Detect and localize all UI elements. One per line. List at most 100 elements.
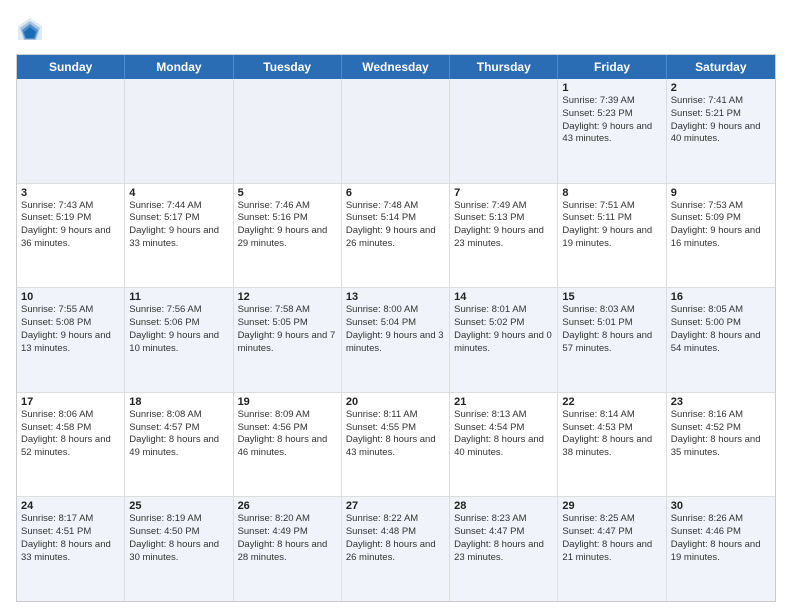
day-cell-24: 24Sunrise: 8:17 AM Sunset: 4:51 PM Dayli… <box>17 497 125 601</box>
day-cell-28: 28Sunrise: 8:23 AM Sunset: 4:47 PM Dayli… <box>450 497 558 601</box>
weekday-header-tuesday: Tuesday <box>234 55 342 79</box>
calendar-row: 1Sunrise: 7:39 AM Sunset: 5:23 PM Daylig… <box>17 79 775 183</box>
day-info: Sunrise: 8:20 AM Sunset: 4:49 PM Dayligh… <box>238 513 337 564</box>
page: SundayMondayTuesdayWednesdayThursdayFrid… <box>0 0 792 612</box>
calendar: SundayMondayTuesdayWednesdayThursdayFrid… <box>16 54 776 602</box>
day-info: Sunrise: 8:14 AM Sunset: 4:53 PM Dayligh… <box>562 409 661 460</box>
day-info: Sunrise: 8:05 AM Sunset: 5:00 PM Dayligh… <box>671 304 771 355</box>
day-info: Sunrise: 8:25 AM Sunset: 4:47 PM Dayligh… <box>562 513 661 564</box>
day-info: Sunrise: 8:03 AM Sunset: 5:01 PM Dayligh… <box>562 304 661 355</box>
day-number: 7 <box>454 187 553 199</box>
day-number: 18 <box>129 396 228 408</box>
day-cell-2: 2Sunrise: 7:41 AM Sunset: 5:21 PM Daylig… <box>667 79 775 183</box>
day-number: 16 <box>671 291 771 303</box>
day-cell-26: 26Sunrise: 8:20 AM Sunset: 4:49 PM Dayli… <box>234 497 342 601</box>
day-number: 12 <box>238 291 337 303</box>
day-cell-12: 12Sunrise: 7:58 AM Sunset: 5:05 PM Dayli… <box>234 288 342 392</box>
weekday-header-sunday: Sunday <box>17 55 125 79</box>
day-info: Sunrise: 8:11 AM Sunset: 4:55 PM Dayligh… <box>346 409 445 460</box>
day-info: Sunrise: 8:13 AM Sunset: 4:54 PM Dayligh… <box>454 409 553 460</box>
day-number: 8 <box>562 187 661 199</box>
logo <box>16 16 48 44</box>
day-number: 23 <box>671 396 771 408</box>
day-number: 15 <box>562 291 661 303</box>
day-number: 4 <box>129 187 228 199</box>
day-cell-13: 13Sunrise: 8:00 AM Sunset: 5:04 PM Dayli… <box>342 288 450 392</box>
weekday-header-saturday: Saturday <box>667 55 775 79</box>
day-number: 17 <box>21 396 120 408</box>
day-cell-15: 15Sunrise: 8:03 AM Sunset: 5:01 PM Dayli… <box>558 288 666 392</box>
day-number: 21 <box>454 396 553 408</box>
day-number: 14 <box>454 291 553 303</box>
day-number: 6 <box>346 187 445 199</box>
day-info: Sunrise: 7:56 AM Sunset: 5:06 PM Dayligh… <box>129 304 228 355</box>
calendar-row: 17Sunrise: 8:06 AM Sunset: 4:58 PM Dayli… <box>17 392 775 497</box>
day-cell-18: 18Sunrise: 8:08 AM Sunset: 4:57 PM Dayli… <box>125 393 233 497</box>
day-cell-14: 14Sunrise: 8:01 AM Sunset: 5:02 PM Dayli… <box>450 288 558 392</box>
weekday-header-monday: Monday <box>125 55 233 79</box>
day-info: Sunrise: 8:08 AM Sunset: 4:57 PM Dayligh… <box>129 409 228 460</box>
day-number: 27 <box>346 500 445 512</box>
day-info: Sunrise: 8:00 AM Sunset: 5:04 PM Dayligh… <box>346 304 445 355</box>
day-info: Sunrise: 8:17 AM Sunset: 4:51 PM Dayligh… <box>21 513 120 564</box>
day-number: 10 <box>21 291 120 303</box>
empty-cell <box>450 79 558 183</box>
day-info: Sunrise: 7:49 AM Sunset: 5:13 PM Dayligh… <box>454 200 553 251</box>
calendar-body: 1Sunrise: 7:39 AM Sunset: 5:23 PM Daylig… <box>17 79 775 601</box>
weekday-header-friday: Friday <box>558 55 666 79</box>
day-number: 28 <box>454 500 553 512</box>
calendar-row: 10Sunrise: 7:55 AM Sunset: 5:08 PM Dayli… <box>17 287 775 392</box>
day-number: 5 <box>238 187 337 199</box>
day-info: Sunrise: 7:55 AM Sunset: 5:08 PM Dayligh… <box>21 304 120 355</box>
calendar-row: 24Sunrise: 8:17 AM Sunset: 4:51 PM Dayli… <box>17 496 775 601</box>
day-cell-5: 5Sunrise: 7:46 AM Sunset: 5:16 PM Daylig… <box>234 184 342 288</box>
day-number: 22 <box>562 396 661 408</box>
day-cell-4: 4Sunrise: 7:44 AM Sunset: 5:17 PM Daylig… <box>125 184 233 288</box>
day-info: Sunrise: 8:01 AM Sunset: 5:02 PM Dayligh… <box>454 304 553 355</box>
day-cell-27: 27Sunrise: 8:22 AM Sunset: 4:48 PM Dayli… <box>342 497 450 601</box>
day-number: 30 <box>671 500 771 512</box>
day-number: 19 <box>238 396 337 408</box>
day-info: Sunrise: 7:53 AM Sunset: 5:09 PM Dayligh… <box>671 200 771 251</box>
day-number: 26 <box>238 500 337 512</box>
empty-cell <box>234 79 342 183</box>
day-info: Sunrise: 8:16 AM Sunset: 4:52 PM Dayligh… <box>671 409 771 460</box>
day-cell-30: 30Sunrise: 8:26 AM Sunset: 4:46 PM Dayli… <box>667 497 775 601</box>
day-cell-23: 23Sunrise: 8:16 AM Sunset: 4:52 PM Dayli… <box>667 393 775 497</box>
day-info: Sunrise: 7:43 AM Sunset: 5:19 PM Dayligh… <box>21 200 120 251</box>
day-info: Sunrise: 7:51 AM Sunset: 5:11 PM Dayligh… <box>562 200 661 251</box>
day-cell-20: 20Sunrise: 8:11 AM Sunset: 4:55 PM Dayli… <box>342 393 450 497</box>
day-info: Sunrise: 8:26 AM Sunset: 4:46 PM Dayligh… <box>671 513 771 564</box>
weekday-header-thursday: Thursday <box>450 55 558 79</box>
day-info: Sunrise: 7:39 AM Sunset: 5:23 PM Dayligh… <box>562 95 661 146</box>
day-number: 1 <box>562 82 661 94</box>
day-info: Sunrise: 8:22 AM Sunset: 4:48 PM Dayligh… <box>346 513 445 564</box>
day-cell-6: 6Sunrise: 7:48 AM Sunset: 5:14 PM Daylig… <box>342 184 450 288</box>
day-cell-19: 19Sunrise: 8:09 AM Sunset: 4:56 PM Dayli… <box>234 393 342 497</box>
day-cell-16: 16Sunrise: 8:05 AM Sunset: 5:00 PM Dayli… <box>667 288 775 392</box>
calendar-header: SundayMondayTuesdayWednesdayThursdayFrid… <box>17 55 775 79</box>
day-cell-3: 3Sunrise: 7:43 AM Sunset: 5:19 PM Daylig… <box>17 184 125 288</box>
day-info: Sunrise: 8:06 AM Sunset: 4:58 PM Dayligh… <box>21 409 120 460</box>
day-info: Sunrise: 7:58 AM Sunset: 5:05 PM Dayligh… <box>238 304 337 355</box>
day-number: 24 <box>21 500 120 512</box>
logo-icon <box>16 16 44 44</box>
day-cell-8: 8Sunrise: 7:51 AM Sunset: 5:11 PM Daylig… <box>558 184 666 288</box>
day-cell-11: 11Sunrise: 7:56 AM Sunset: 5:06 PM Dayli… <box>125 288 233 392</box>
day-info: Sunrise: 8:09 AM Sunset: 4:56 PM Dayligh… <box>238 409 337 460</box>
day-cell-22: 22Sunrise: 8:14 AM Sunset: 4:53 PM Dayli… <box>558 393 666 497</box>
header <box>16 16 776 44</box>
empty-cell <box>17 79 125 183</box>
empty-cell <box>342 79 450 183</box>
day-number: 2 <box>671 82 771 94</box>
weekday-header-wednesday: Wednesday <box>342 55 450 79</box>
day-number: 25 <box>129 500 228 512</box>
day-cell-10: 10Sunrise: 7:55 AM Sunset: 5:08 PM Dayli… <box>17 288 125 392</box>
day-number: 13 <box>346 291 445 303</box>
day-number: 9 <box>671 187 771 199</box>
day-cell-17: 17Sunrise: 8:06 AM Sunset: 4:58 PM Dayli… <box>17 393 125 497</box>
day-info: Sunrise: 7:44 AM Sunset: 5:17 PM Dayligh… <box>129 200 228 251</box>
day-cell-29: 29Sunrise: 8:25 AM Sunset: 4:47 PM Dayli… <box>558 497 666 601</box>
day-info: Sunrise: 8:23 AM Sunset: 4:47 PM Dayligh… <box>454 513 553 564</box>
day-cell-7: 7Sunrise: 7:49 AM Sunset: 5:13 PM Daylig… <box>450 184 558 288</box>
